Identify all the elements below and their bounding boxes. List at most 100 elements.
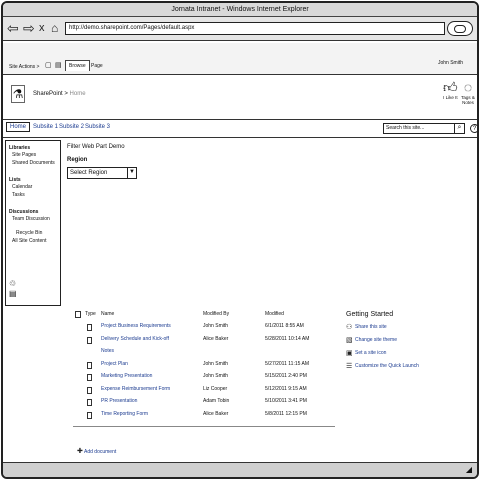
- document-icon: [87, 336, 92, 344]
- change-theme-link[interactable]: ▧ Change site theme: [346, 337, 456, 350]
- table-row[interactable]: Expense Reimbursement Form Liz Cooper 5/…: [73, 386, 335, 399]
- nav-item-subsite-1[interactable]: Subsite 1: [33, 124, 58, 130]
- select-all-checkbox[interactable]: [75, 311, 81, 318]
- breadcrumb-site[interactable]: SharePoint >: [33, 91, 68, 97]
- ql-item-recycle-bin[interactable]: Recycle Bin: [6, 229, 60, 237]
- nav-item-subsite-2[interactable]: Subsite 2: [59, 124, 84, 130]
- doc-modified-by[interactable]: Alice Baker: [203, 411, 228, 417]
- doc-modified-by[interactable]: John Smith: [203, 373, 228, 379]
- chevron-down-icon[interactable]: ▼: [127, 167, 136, 179]
- doc-modified: 5/10/2011 3:41 PM: [265, 398, 307, 404]
- window-title: Jornata Intranet - Windows Internet Expl…: [3, 3, 477, 17]
- col-modified-by[interactable]: Modified By: [203, 311, 229, 317]
- status-bar: ◢: [3, 462, 477, 477]
- like-it-button[interactable]: 👍︎ I Like It: [443, 79, 458, 100]
- ql-item-tasks[interactable]: Tasks: [6, 191, 60, 199]
- add-icon: ✚: [77, 448, 83, 455]
- customize-quick-launch-link[interactable]: ☰ Customize the Quick Launch: [346, 363, 456, 376]
- table-row[interactable]: Marketing Presentation John Smith 5/15/2…: [73, 373, 335, 386]
- address-bar: ⇦ ⇨ x ⌂ http://demo.sharepoint.com/Pages…: [3, 17, 477, 41]
- col-name[interactable]: Name: [101, 311, 114, 317]
- site-actions-menu[interactable]: Site Actions >: [9, 64, 39, 70]
- doc-name-continued[interactable]: Notes: [101, 348, 114, 354]
- breadcrumb: SharePoint > Home: [33, 91, 86, 97]
- table-row[interactable]: PR Presentation Adam Tobin 5/10/2011 3:4…: [73, 398, 335, 411]
- table-row[interactable]: Time Reporting Form Alice Baker 5/8/2011…: [73, 411, 335, 424]
- col-modified[interactable]: Modified: [265, 311, 284, 317]
- nav-item-home[interactable]: Home: [6, 122, 31, 132]
- url-field[interactable]: http://demo.sharepoint.com/Pages/default…: [65, 22, 445, 35]
- ql-item-site-pages[interactable]: Site Pages: [6, 151, 60, 159]
- add-document-link[interactable]: ✚ Add document: [77, 447, 116, 455]
- doc-modified-by[interactable]: John Smith: [203, 323, 228, 329]
- nav-item-subsite-3[interactable]: Subsite 3: [85, 124, 110, 130]
- stop-icon[interactable]: x: [39, 20, 45, 36]
- quick-launch: Libraries Site Pages Shared Documents Li…: [5, 140, 61, 306]
- user-menu[interactable]: John Smith: [438, 60, 463, 66]
- doc-name[interactable]: PR Presentation: [101, 398, 137, 404]
- edit-page-icon[interactable]: ▤: [55, 61, 62, 69]
- doc-name[interactable]: Project Plan: [101, 361, 128, 367]
- doc-modified-by[interactable]: Liz Cooper: [203, 386, 227, 392]
- doc-name[interactable]: Expense Reimbursement Form: [101, 386, 170, 392]
- doc-header-row: Type Name Modified By Modified: [73, 311, 335, 323]
- thumbs-up-icon: 👍︎: [443, 79, 458, 95]
- add-document-label: Add document: [84, 449, 117, 455]
- set-icon-link[interactable]: ▣ Set a site icon: [346, 350, 456, 363]
- site-search-input[interactable]: Search this site... ⌕: [383, 123, 465, 134]
- ql-icons: ♲ ▤: [9, 279, 17, 299]
- document-icon: [87, 411, 92, 419]
- document-library: Type Name Modified By Modified Project B…: [73, 311, 335, 455]
- site-logo-icon[interactable]: ⚗: [11, 85, 25, 103]
- table-row[interactable]: Delivery Schedule and Kick-off Notes Ali…: [73, 336, 335, 361]
- doc-name[interactable]: Time Reporting Form: [101, 411, 148, 417]
- table-row[interactable]: Project Plan John Smith 5/27/2011 11:15 …: [73, 361, 335, 374]
- home-icon[interactable]: ⌂: [51, 20, 58, 36]
- doc-modified: 5/28/2011 10:14 AM: [265, 335, 310, 342]
- doc-modified-by[interactable]: Alice Baker: [203, 336, 228, 342]
- zoom-icon[interactable]: ◢: [466, 465, 472, 474]
- recycle-bin-icon[interactable]: ♲: [9, 279, 17, 289]
- search-icon[interactable]: ⌕: [454, 123, 464, 134]
- ql-item-all-site-content[interactable]: All Site Content: [6, 237, 60, 245]
- help-icon[interactable]: ?: [470, 124, 477, 133]
- back-arrow-icon[interactable]: ⇦: [7, 20, 19, 36]
- doc-modified: 5/27/2011 11:15 AM: [265, 360, 310, 367]
- doc-modified-by[interactable]: Adam Tobin: [203, 398, 229, 404]
- forward-arrow-icon[interactable]: ⇨: [23, 20, 35, 36]
- getting-started-title: Getting Started: [346, 311, 394, 318]
- filter-web-part: Filter Web Part Demo Region Select Regio…: [67, 144, 137, 179]
- web-part-title: Filter Web Part Demo: [67, 144, 125, 150]
- set-icon-label: Set a site icon: [355, 350, 387, 356]
- browser-search-icon[interactable]: [447, 21, 473, 36]
- doc-modified: 6/1/2011 8:55 AM: [265, 323, 304, 329]
- image-icon: ▣: [346, 350, 353, 357]
- doc-name[interactable]: Marketing Presentation: [101, 373, 152, 379]
- ql-item-shared-documents[interactable]: Shared Documents: [6, 159, 60, 167]
- doc-modified-by[interactable]: John Smith: [203, 361, 228, 367]
- share-site-link[interactable]: ⚇ Share this site: [346, 324, 456, 337]
- tag-icon: ◌: [463, 79, 473, 95]
- col-type[interactable]: Type: [85, 311, 96, 317]
- folder-icon[interactable]: ▢: [45, 61, 52, 69]
- document-icon: [87, 324, 92, 331]
- doc-name[interactable]: Project Business Requirements: [101, 323, 171, 329]
- ql-item-team-discussion[interactable]: Team Discussion: [6, 215, 60, 223]
- table-row[interactable]: Project Business Requirements John Smith…: [73, 323, 335, 336]
- site-header: ⚗ SharePoint > Home 👍︎ I Like It ◌ Tags …: [3, 75, 477, 120]
- top-navigation: Home Subsite 1 Subsite 2 Subsite 3 Searc…: [3, 120, 477, 138]
- document-icon: [87, 374, 92, 381]
- tags-notes-button[interactable]: ◌ Tags & Notes: [461, 79, 475, 105]
- change-theme-label: Change site theme: [355, 337, 397, 343]
- tab-page[interactable]: Page: [91, 63, 103, 69]
- site-search-placeholder: Search this site...: [386, 125, 425, 131]
- region-select[interactable]: Select Region ▼: [67, 167, 137, 179]
- site-content-icon[interactable]: ▤: [9, 289, 17, 299]
- tab-browse[interactable]: Browse: [65, 60, 90, 71]
- list-icon: ☰: [346, 363, 353, 370]
- doc-name[interactable]: Delivery Schedule and Kick-off: [101, 336, 169, 342]
- region-select-value: Select Region: [70, 170, 108, 176]
- divider: [73, 426, 335, 427]
- share-icon: ⚇: [346, 324, 353, 331]
- ql-item-calendar[interactable]: Calendar: [6, 183, 60, 191]
